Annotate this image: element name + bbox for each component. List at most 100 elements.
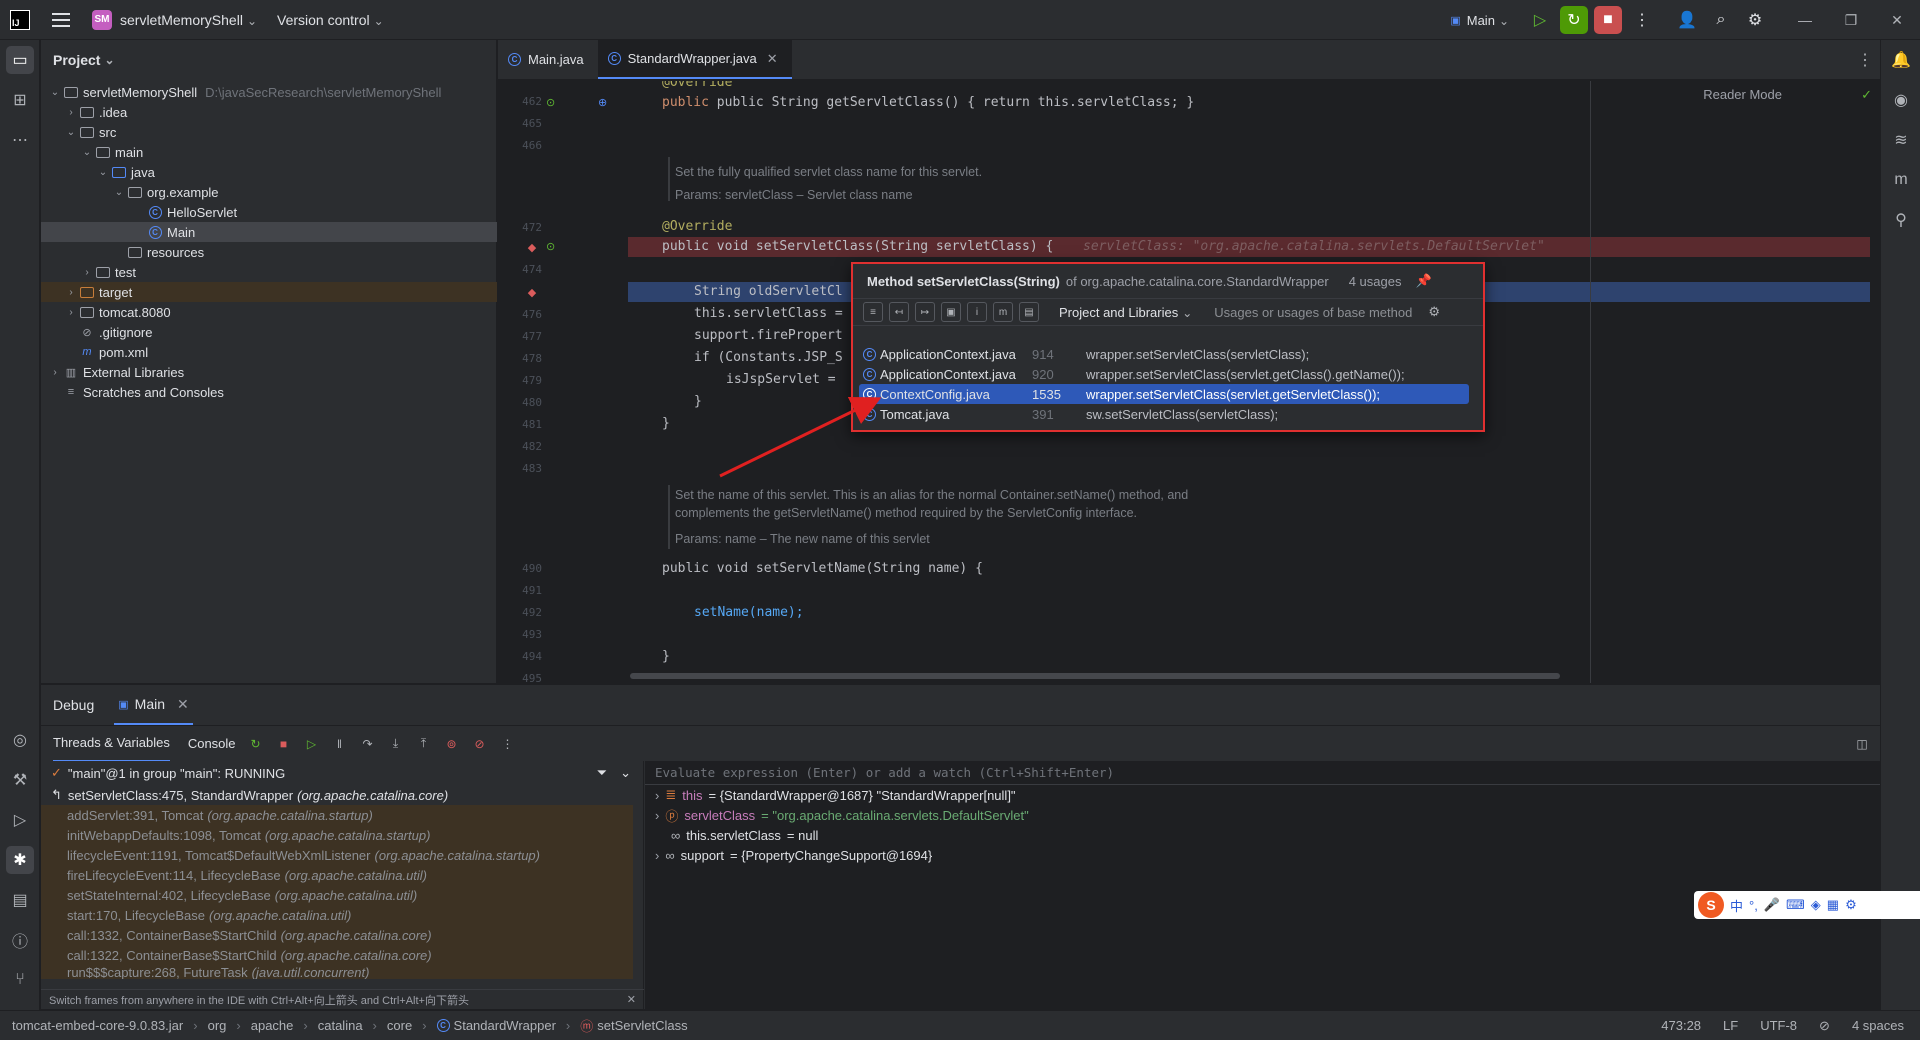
- close-window-icon[interactable]: ✕: [1874, 0, 1920, 40]
- breakpoint-icon[interactable]: ◆: [526, 241, 538, 254]
- rerun-icon[interactable]: ↻: [248, 736, 264, 752]
- settings-gear-icon[interactable]: ⚙: [1741, 6, 1769, 34]
- toolbox-icon[interactable]: ▦: [1827, 897, 1839, 913]
- stack-frame[interactable]: run$$$capture:268, FutureTask (java.util.…: [41, 965, 633, 979]
- more-actions-icon[interactable]: ⋮: [1628, 6, 1656, 34]
- reader-mode-toggle[interactable]: Reader Mode: [1703, 87, 1782, 102]
- stop-icon[interactable]: ■: [1594, 6, 1622, 34]
- main-menu-icon[interactable]: [52, 12, 70, 27]
- breadcrumb-item[interactable]: apache: [226, 1018, 294, 1033]
- stack-frame[interactable]: addServlet:391, Tomcat (org.apache.catali…: [41, 805, 633, 825]
- expand-arrow-icon[interactable]: ›: [79, 267, 95, 278]
- method-icon[interactable]: m: [993, 302, 1013, 322]
- search-icon[interactable]: ⌕: [1707, 6, 1735, 34]
- add-user-icon[interactable]: 👤: [1673, 6, 1701, 34]
- show-write-access-icon[interactable]: ↦: [915, 302, 935, 322]
- debug-bug-icon[interactable]: ✱: [6, 846, 34, 874]
- tab-main-java[interactable]: C Main.java: [498, 40, 598, 79]
- cursor-position[interactable]: 473:28: [1661, 1018, 1701, 1033]
- indent-setting[interactable]: 4 spaces: [1852, 1018, 1904, 1033]
- structure-icon[interactable]: ⊞: [6, 86, 34, 114]
- stack-frame[interactable]: setStateInternal:402, LifecycleBase (org.…: [41, 885, 633, 905]
- expand-arrow-icon[interactable]: ›: [63, 307, 79, 318]
- close-tab-icon[interactable]: ✕: [177, 696, 189, 713]
- pin-icon[interactable]: 📌: [1415, 273, 1431, 289]
- override-marker-icon[interactable]: ⊙: [546, 96, 555, 109]
- tree-item-idea[interactable]: › .idea: [41, 102, 497, 122]
- usage-row-selected[interactable]: C ContextConfig.java 1535 wrapper.setSer…: [859, 384, 1469, 404]
- rerun-debug-icon[interactable]: ↻: [1560, 6, 1588, 34]
- breakpoint-icon[interactable]: ◆: [526, 286, 538, 299]
- scope-dropdown[interactable]: Project and Libraries: [1059, 305, 1192, 320]
- stack-frame[interactable]: start:170, LifecycleBase (org.apache.cata…: [41, 905, 633, 925]
- horizontal-scrollbar[interactable]: [630, 673, 1560, 679]
- breadcrumb-item[interactable]: core: [363, 1018, 412, 1033]
- breadcrumb-item[interactable]: ⓜsetServletClass: [556, 1016, 687, 1035]
- stack-frame[interactable]: initWebappDefaults:1098, Tomcat (org.apac…: [41, 825, 633, 845]
- inspection-ok-icon[interactable]: ✓: [1861, 87, 1872, 103]
- usage-row[interactable]: C Tomcat.java 391 sw.setServletClass(ser…: [859, 404, 1469, 424]
- breadcrumb-item[interactable]: tomcat-embed-core-9.0.83.jar: [12, 1018, 183, 1033]
- collapse-arrow-icon[interactable]: ⌄: [47, 87, 63, 98]
- show-read-access-icon[interactable]: ↤: [889, 302, 909, 322]
- tree-item-test[interactable]: › test: [41, 262, 497, 282]
- git-icon[interactable]: ⑂: [6, 966, 34, 994]
- usages-filter[interactable]: Usages or usages of base method: [1214, 305, 1412, 320]
- run-config-selector[interactable]: ▣ Main: [1450, 13, 1509, 28]
- group-by-module-icon[interactable]: ▣: [941, 302, 961, 322]
- pause-icon[interactable]: ‖: [332, 736, 348, 752]
- show-imports-icon[interactable]: i: [967, 302, 987, 322]
- microphone-icon[interactable]: 🎤: [1764, 897, 1780, 913]
- view-breakpoints-icon[interactable]: ⊚: [444, 736, 460, 752]
- skin-icon[interactable]: ◈: [1811, 897, 1821, 913]
- tree-item-project-root[interactable]: ⌄ servletMemoryShell D:\javaSecResearch\…: [41, 82, 497, 102]
- stack-frame[interactable]: lifecycleEvent:1191, Tomcat$DefaultWebXm…: [41, 845, 633, 865]
- filter-icon[interactable]: ⏷: [597, 765, 607, 781]
- tree-item-main[interactable]: ⌄ main: [41, 142, 497, 162]
- debug-session-tab[interactable]: ▣ Main ✕: [114, 685, 193, 725]
- readonly-lock-icon[interactable]: ⊘: [1819, 1018, 1830, 1034]
- stop-icon[interactable]: ■: [276, 736, 292, 752]
- tree-item-helloservlet[interactable]: C HelloServlet: [41, 202, 497, 222]
- tree-item-target[interactable]: › target: [41, 282, 497, 302]
- tree-item-gitignore[interactable]: ⊘ .gitignore: [41, 322, 497, 342]
- project-folder-icon[interactable]: ▭: [6, 46, 34, 74]
- notifications-bell-icon[interactable]: 🔔: [1887, 46, 1915, 74]
- variable-row[interactable]: › ≣ this = {StandardWrapper@1687} "Stand…: [645, 785, 1880, 805]
- expand-arrow-icon[interactable]: ›: [63, 107, 79, 118]
- step-out-icon[interactable]: ⤒: [416, 736, 432, 752]
- tree-item-src[interactable]: ⌄ src: [41, 122, 497, 142]
- punctuation-icon[interactable]: °,: [1749, 898, 1758, 913]
- stack-frame[interactable]: call:1332, ContainerBase$StartChild (org.…: [41, 925, 633, 945]
- mute-breakpoints-icon[interactable]: ⊘: [472, 736, 488, 752]
- breadcrumb-item[interactable]: CStandardWrapper: [412, 1018, 556, 1033]
- terminal-icon[interactable]: ▤: [6, 886, 34, 914]
- usages-marker-icon[interactable]: ⊕: [598, 96, 607, 109]
- project-switcher[interactable]: SM servletMemoryShell: [92, 9, 257, 30]
- variable-row[interactable]: › ⓟ servletClass = "org.apache.catalina.…: [645, 805, 1880, 825]
- override-marker-icon[interactable]: ⊙: [546, 240, 555, 253]
- tab-actions-icon[interactable]: ⋮: [1850, 40, 1880, 79]
- restore-icon[interactable]: ❐: [1828, 0, 1874, 40]
- more-actions-icon[interactable]: ⋮: [500, 736, 516, 752]
- step-into-icon[interactable]: ⤓: [388, 736, 404, 752]
- resume-icon[interactable]: ▷: [304, 736, 320, 752]
- stack-frame[interactable]: call:1322, ContainerBase$StartChild (org.…: [41, 945, 633, 965]
- breadcrumb-item[interactable]: catalina: [293, 1018, 363, 1033]
- step-over-icon[interactable]: ↷: [360, 736, 376, 752]
- chevron-down-icon[interactable]: ⌄: [620, 765, 631, 781]
- settings-gear-icon[interactable]: ⚙: [1428, 304, 1440, 320]
- preview-icon[interactable]: ▤: [1019, 302, 1039, 322]
- merge-lines-icon[interactable]: ≡: [863, 302, 883, 322]
- tree-item-java[interactable]: ⌄ java: [41, 162, 497, 182]
- run-icon[interactable]: ▷: [6, 806, 34, 834]
- services-icon[interactable]: ◎: [6, 726, 34, 754]
- expand-arrow-icon[interactable]: ›: [655, 788, 659, 803]
- collapse-arrow-icon[interactable]: ⌄: [111, 187, 127, 198]
- editor-gutter[interactable]: 462 465 466 472 474 476 477 478 479 480 …: [498, 81, 628, 683]
- layout-icon[interactable]: ◫: [1854, 736, 1870, 752]
- minimize-icon[interactable]: —: [1782, 0, 1828, 40]
- build-hammer-icon[interactable]: ⚒: [6, 766, 34, 794]
- resume-icon[interactable]: ▷: [1526, 6, 1554, 34]
- tab-standardwrapper-java[interactable]: C StandardWrapper.java ✕: [597, 40, 792, 79]
